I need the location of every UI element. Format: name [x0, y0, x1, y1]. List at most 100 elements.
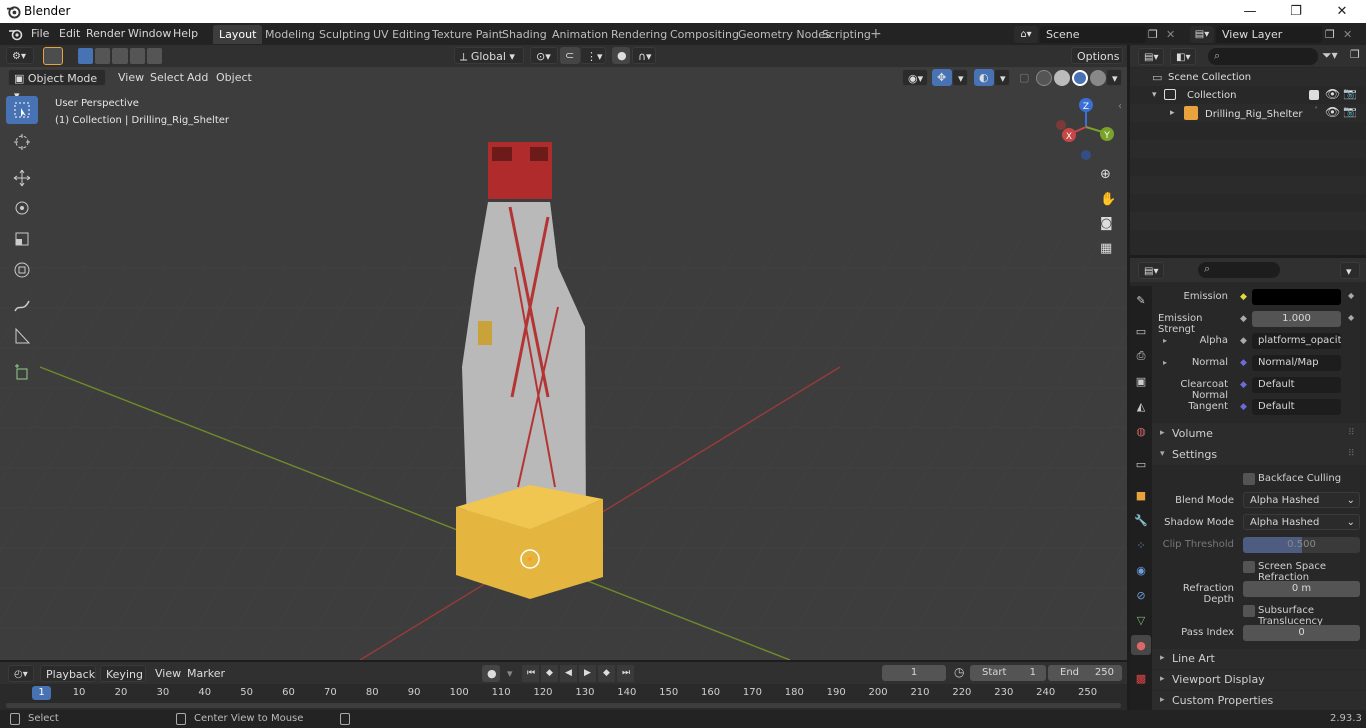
new-view-layer-icon[interactable]: ❐: [1325, 26, 1341, 43]
collection-visibility-icon[interactable]: 👁: [1325, 87, 1340, 101]
select-tool-icon[interactable]: [43, 47, 63, 65]
mode-dropdown[interactable]: ▣ Object Mode ▾: [8, 69, 106, 102]
texture-tab-icon[interactable]: ▩: [1131, 668, 1151, 688]
shading-dropdown-icon[interactable]: ▾: [1106, 69, 1122, 86]
backface-culling-checkbox[interactable]: [1243, 473, 1255, 485]
tab-rendering[interactable]: Rendering: [605, 25, 673, 44]
tab-layout[interactable]: Layout: [213, 25, 263, 44]
socket-blue-icon[interactable]: ◆: [1240, 358, 1247, 368]
current-frame-field[interactable]: 1: [882, 665, 946, 681]
output-tab-icon[interactable]: ⎙: [1131, 346, 1151, 366]
preview-range-icon[interactable]: ◷: [954, 665, 964, 679]
zoom-icon[interactable]: ⊕: [1100, 167, 1118, 185]
snap-toggle-icon[interactable]: ⊂: [560, 47, 580, 64]
timeline-scrollbar[interactable]: [6, 703, 1121, 708]
select-box-tool-icon[interactable]: [6, 96, 38, 124]
collection-render-icon[interactable]: 📷: [1343, 87, 1357, 100]
menu-help[interactable]: Help: [169, 26, 202, 42]
timeline-view-menu[interactable]: View: [150, 665, 186, 682]
keyframe-dot-icon[interactable]: ◆: [1348, 313, 1354, 322]
new-collection-icon[interactable]: ❐: [1350, 48, 1364, 65]
blend-mode-dropdown[interactable]: Alpha Hashed ⌄: [1243, 492, 1360, 508]
select-extend-icon[interactable]: [95, 48, 111, 64]
editor-type-icon[interactable]: ⚙▾: [6, 47, 34, 64]
sidebar-toggle-icon[interactable]: ‹: [1118, 101, 1122, 112]
outliner-search-input[interactable]: ⌕: [1208, 48, 1318, 65]
collection-expand-icon[interactable]: ▾: [1152, 90, 1157, 100]
rendered-shading-icon[interactable]: [1090, 70, 1106, 86]
prev-keyframe-icon[interactable]: ◆: [541, 665, 558, 682]
particles-tab-icon[interactable]: ⁘: [1131, 535, 1151, 555]
transform-orientation-dropdown[interactable]: ⟂ Global ▾: [454, 47, 524, 64]
auto-keying-icon[interactable]: ●: [482, 665, 500, 682]
add-cube-tool-icon[interactable]: [6, 358, 38, 386]
modifier-tab-icon[interactable]: 🔧: [1131, 510, 1151, 530]
material-preview-shading-icon[interactable]: [1072, 70, 1088, 86]
keyframe-dot-icon[interactable]: ◆: [1348, 291, 1354, 300]
xray-toggle-icon[interactable]: ▢: [1014, 69, 1032, 86]
object-render-icon[interactable]: 📷: [1343, 105, 1357, 118]
options-dropdown[interactable]: Options ▾: [1071, 47, 1123, 80]
socket-blue-icon[interactable]: ◆: [1240, 380, 1247, 390]
new-scene-icon[interactable]: ❐: [1148, 26, 1164, 43]
menu-window[interactable]: Window: [124, 26, 175, 42]
alpha-field[interactable]: platforms_opacity.pn: [1252, 333, 1341, 349]
snap-target-icon[interactable]: ⋮▾: [580, 47, 606, 64]
clip-threshold-slider[interactable]: 0.500: [1243, 537, 1360, 553]
move-tool-icon[interactable]: [6, 164, 38, 192]
shadow-mode-dropdown[interactable]: Alpha Hashed ⌄: [1243, 514, 1360, 530]
start-frame-field[interactable]: Start 1: [970, 665, 1046, 681]
viewport-menu-object[interactable]: Object: [211, 69, 257, 86]
select-intersect-icon[interactable]: [146, 48, 163, 64]
constraints-tab-icon[interactable]: ⊘: [1131, 585, 1151, 605]
scene-tab-icon[interactable]: ◭: [1131, 396, 1151, 416]
viewport-menu-add[interactable]: Add: [182, 69, 213, 86]
normal-field[interactable]: Normal/Map: [1252, 355, 1341, 371]
transform-tool-icon[interactable]: [6, 256, 38, 284]
perspective-toggle-icon[interactable]: ▦: [1100, 241, 1118, 259]
tool-tab-icon[interactable]: ✎: [1131, 290, 1151, 310]
socket-grey-icon[interactable]: ◆: [1240, 314, 1247, 324]
object-expand-icon[interactable]: ▸: [1170, 108, 1175, 118]
tab-modeling[interactable]: Modeling: [259, 25, 321, 44]
pass-index-field[interactable]: 0: [1243, 625, 1360, 641]
proportional-edit-icon[interactable]: ●: [612, 47, 630, 64]
view-layer-tab-icon[interactable]: ▣: [1131, 371, 1151, 391]
scene-browse-icon[interactable]: ⌂▾: [1014, 26, 1038, 43]
gizmo-dropdown-icon[interactable]: ▾: [952, 69, 968, 86]
add-workspace-icon[interactable]: +: [870, 27, 882, 41]
object-visibility-icon[interactable]: 👁: [1325, 105, 1340, 119]
overlay-toggle-icon[interactable]: ◐: [974, 69, 994, 86]
falloff-icon[interactable]: ∩▾: [632, 47, 656, 64]
drag-handle-icon[interactable]: ⠿: [1348, 428, 1355, 438]
scene-name-field[interactable]: Scene: [1040, 26, 1146, 43]
delete-view-layer-icon[interactable]: ✕: [1343, 26, 1357, 43]
viewport-scene[interactable]: Z Y X: [0, 67, 1127, 660]
end-frame-field[interactable]: End 250: [1048, 665, 1122, 681]
tab-animation[interactable]: Animation: [546, 25, 614, 44]
restore-button[interactable]: ❐: [1273, 0, 1319, 23]
play-icon[interactable]: ▶: [579, 665, 596, 682]
playhead[interactable]: 1: [32, 686, 51, 700]
outliner-object[interactable]: Drilling_Rig_Shelter: [1205, 109, 1303, 120]
collection-exclude-checkbox[interactable]: [1309, 90, 1319, 100]
keying-dropdown[interactable]: Keying ▾: [100, 665, 146, 698]
playback-dropdown[interactable]: Playback ▾: [40, 665, 96, 698]
next-keyframe-icon[interactable]: ◆: [598, 665, 615, 682]
timeline-marker-menu[interactable]: Marker: [182, 665, 230, 682]
keying-set-icon[interactable]: ▾: [502, 665, 516, 682]
view-layer-field[interactable]: View Layer: [1216, 26, 1322, 43]
tangent-field[interactable]: Default: [1252, 399, 1341, 415]
sss-checkbox[interactable]: [1243, 605, 1255, 617]
delete-scene-icon[interactable]: ✕: [1166, 26, 1180, 43]
camera-view-icon[interactable]: ◙: [1100, 216, 1118, 234]
jump-end-icon[interactable]: ⏭: [617, 665, 634, 682]
3d-viewport[interactable]: Z Y X ▣ Object Mode ▾ View Select Add Ob…: [0, 67, 1127, 660]
collection-tab-icon[interactable]: ▭: [1131, 454, 1151, 474]
properties-options-icon[interactable]: ▾: [1340, 262, 1360, 279]
blender-menu-icon[interactable]: [8, 27, 24, 41]
object-tab-icon[interactable]: ■: [1131, 485, 1151, 505]
close-button[interactable]: ✕: [1319, 0, 1365, 23]
socket-blue-icon[interactable]: ◆: [1240, 402, 1247, 412]
emission-strength-field[interactable]: 1.000: [1252, 311, 1341, 327]
